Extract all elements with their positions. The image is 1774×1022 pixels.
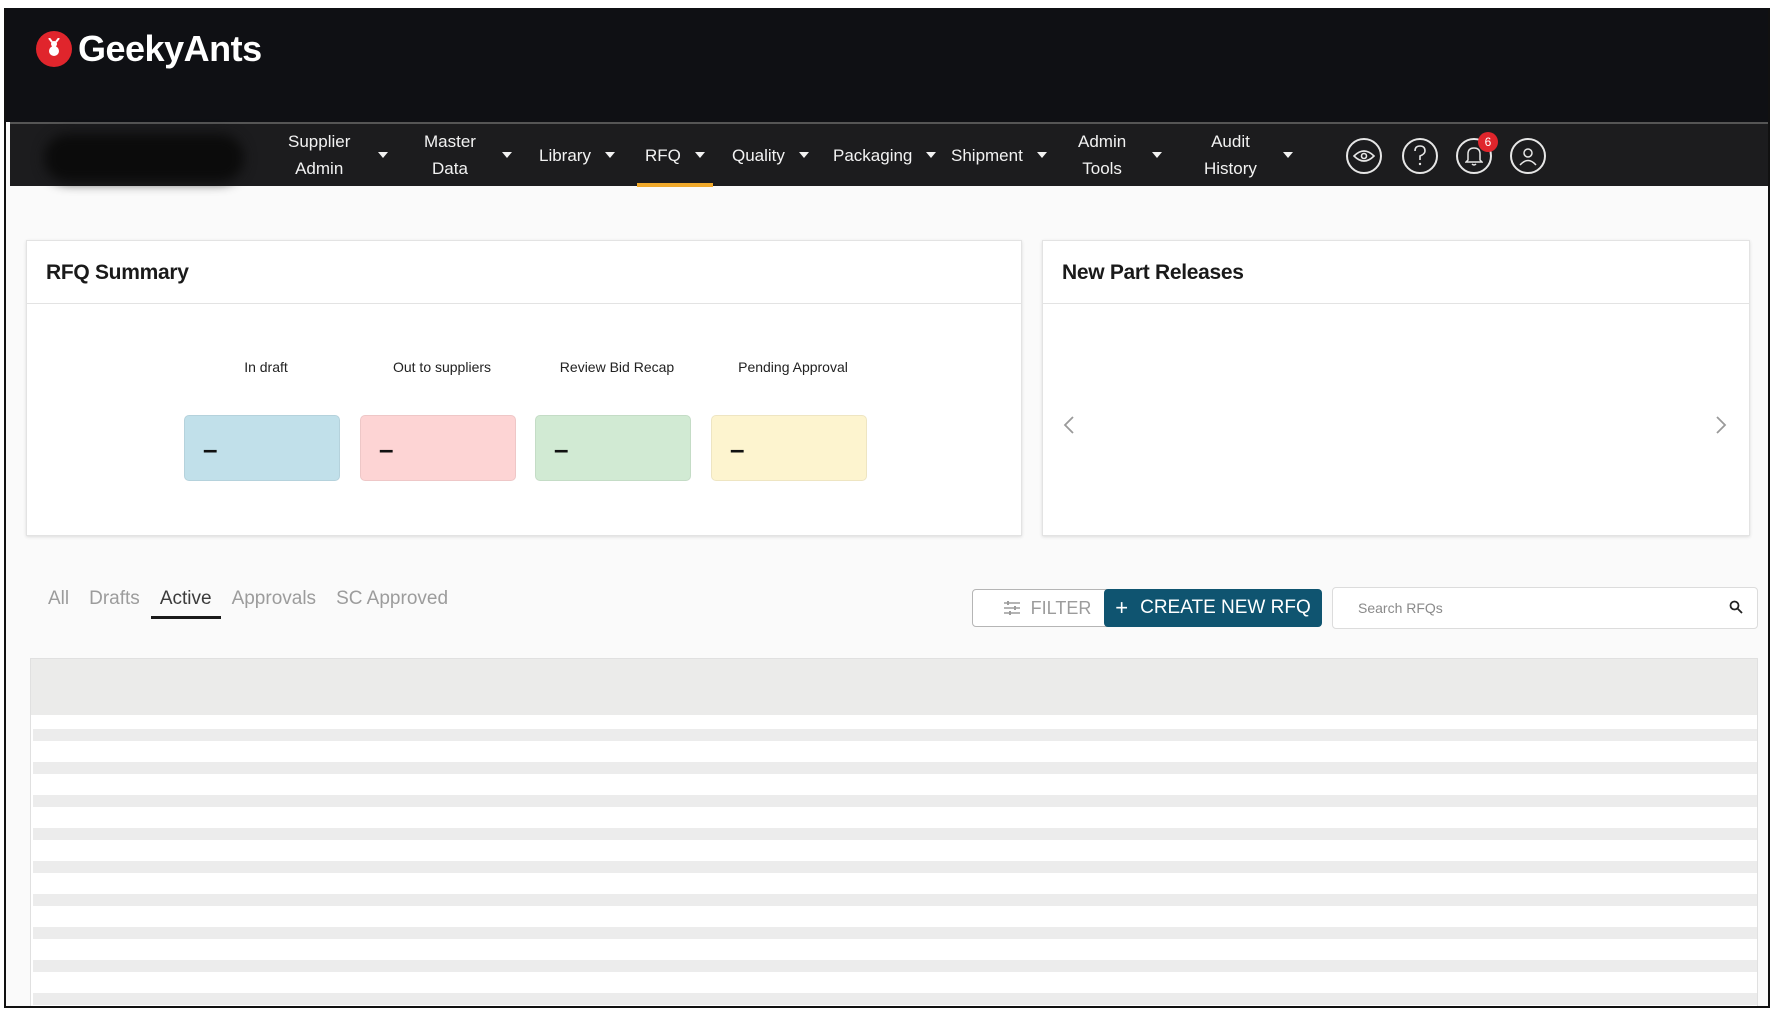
skeleton-row <box>33 861 1757 873</box>
nav-label: Quality <box>732 145 785 165</box>
skeleton-row <box>33 993 1757 1005</box>
nav-label: History <box>1204 159 1257 178</box>
stat-box-in-draft[interactable]: – <box>184 415 340 481</box>
caret-down-icon <box>378 152 389 158</box>
stat-value: – <box>554 434 569 464</box>
search-icon[interactable] <box>1729 600 1743 614</box>
nav-label: Admin <box>295 159 344 178</box>
caret-down-icon <box>1152 152 1163 158</box>
new-part-releases-title: New Part Releases <box>1062 261 1244 284</box>
rfq-table-loading <box>30 658 1758 1006</box>
tab-drafts[interactable]: Drafts <box>89 588 140 618</box>
nav-item-audit-history[interactable]: Audit History <box>1204 124 1293 186</box>
nav-item-supplier-admin[interactable]: Supplier Admin <box>288 124 389 186</box>
create-label: CREATE NEW RFQ <box>1140 597 1311 618</box>
brand-logo[interactable]: GeekyAnts <box>36 28 262 70</box>
plus-icon: + <box>1115 595 1129 620</box>
skeleton-row <box>33 894 1757 906</box>
nav-item-shipment[interactable]: Shipment <box>951 124 1047 186</box>
stat-label-review-bid-recap: Review Bid Recap <box>559 359 675 375</box>
nav-label: Data <box>432 159 468 178</box>
filter-button[interactable]: FILTER <box>972 589 1122 627</box>
search-box <box>1332 587 1758 629</box>
skeleton-row <box>33 960 1757 972</box>
stat-box-out-to-suppliers[interactable]: – <box>360 415 516 481</box>
eye-icon[interactable] <box>1346 138 1382 174</box>
skeleton-row <box>33 828 1757 840</box>
stat-value: – <box>379 434 394 464</box>
stat-label-pending-approval: Pending Approval <box>738 359 848 375</box>
nav-item-quality[interactable]: Quality <box>732 124 809 186</box>
stat-value: – <box>203 434 218 464</box>
nav-item-library[interactable]: Library <box>539 124 615 186</box>
caret-down-icon <box>694 152 705 158</box>
caret-down-icon <box>501 152 512 158</box>
divider <box>1043 303 1749 304</box>
stat-box-pending-approval[interactable]: – <box>711 415 867 481</box>
caret-down-icon <box>1282 152 1293 158</box>
skeleton-row <box>33 795 1757 807</box>
tab-approvals[interactable]: Approvals <box>232 588 317 618</box>
sliders-icon <box>1003 601 1020 615</box>
ant-logo-icon <box>36 31 72 67</box>
nav-label: RFQ <box>645 145 681 165</box>
tab-sc-approved[interactable]: SC Approved <box>336 588 448 618</box>
nav-label: Tools <box>1082 159 1122 178</box>
create-new-rfq-button[interactable]: + CREATE NEW RFQ <box>1104 589 1322 627</box>
nav-label: Library <box>539 145 591 165</box>
nav-item-admin-tools[interactable]: Admin Tools <box>1078 124 1163 186</box>
notification-badge: 6 <box>1478 132 1498 152</box>
new-part-releases-card: New Part Releases <box>1042 240 1750 536</box>
main-navigation: Supplier Admin Master Data Library RFQ Qua… <box>10 122 1768 187</box>
skeleton-row <box>33 762 1757 774</box>
bell-icon[interactable]: 6 <box>1456 132 1498 174</box>
nav-label: Master <box>424 132 476 151</box>
help-icon[interactable] <box>1402 138 1438 174</box>
nav-label: Packaging <box>833 145 913 165</box>
chevron-left-icon[interactable] <box>1063 415 1075 435</box>
table-header-skeleton <box>31 659 1757 715</box>
user-icon[interactable] <box>1510 138 1546 174</box>
skeleton-row <box>33 729 1757 741</box>
rfq-summary-title: RFQ Summary <box>46 261 189 284</box>
rfq-summary-card: RFQ Summary In draft Out to suppliers Re… <box>26 240 1022 536</box>
active-indicator <box>637 183 713 187</box>
caret-down-icon <box>926 152 937 158</box>
brand-name: GeekyAnts <box>78 28 262 69</box>
nav-label: Audit <box>1211 132 1250 151</box>
caret-down-icon <box>1036 152 1047 158</box>
stat-label-in-draft: In draft <box>244 359 288 375</box>
chevron-right-icon[interactable] <box>1715 415 1727 435</box>
caret-down-icon <box>604 152 615 158</box>
caret-down-icon <box>798 152 809 158</box>
divider <box>27 303 1021 304</box>
nav-item-rfq[interactable]: RFQ <box>637 124 713 187</box>
top-header: GeekyAnts <box>6 8 1768 122</box>
search-input[interactable] <box>1334 589 1714 627</box>
filter-label: FILTER <box>1030 597 1092 618</box>
stat-label-out-to-suppliers: Out to suppliers <box>392 359 492 375</box>
skeleton-row <box>33 927 1757 939</box>
stat-value: – <box>730 434 745 464</box>
nav-label: Supplier <box>288 132 351 151</box>
nav-label: Shipment <box>951 145 1023 165</box>
tab-all[interactable]: All <box>48 588 69 618</box>
app-window: GeekyAnts Supplier Admin Master Data Libra… <box>4 8 1770 1008</box>
nav-item-master-data[interactable]: Master Data <box>424 124 512 186</box>
nav-item-packaging[interactable]: Packaging <box>833 124 937 186</box>
tab-active[interactable]: Active <box>150 588 221 619</box>
redacted-area <box>44 134 244 182</box>
nav-label: Admin <box>1078 132 1127 151</box>
stat-box-review-bid-recap[interactable]: – <box>535 415 691 481</box>
rfq-tabs: All Drafts Active Approvals SC Approved <box>48 588 468 619</box>
